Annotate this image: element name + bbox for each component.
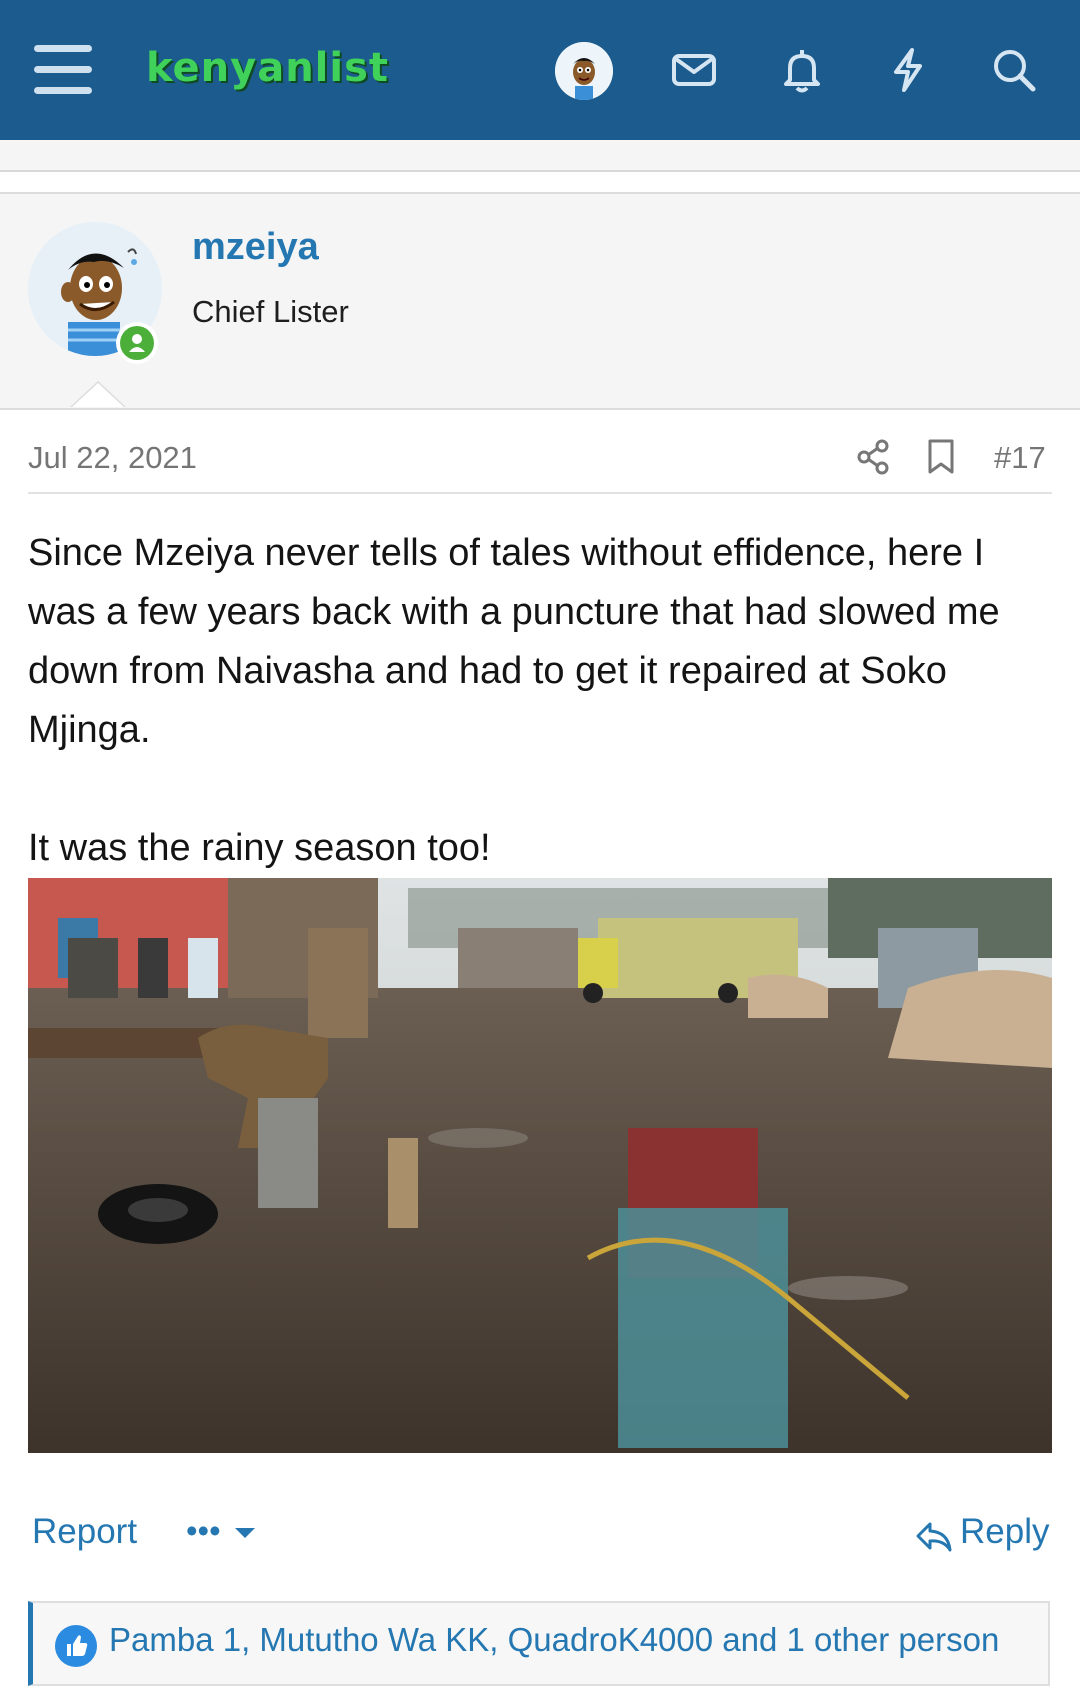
online-status-badge bbox=[116, 322, 158, 364]
lightning-icon[interactable] bbox=[882, 44, 934, 96]
user-icon bbox=[129, 334, 145, 352]
like-icon bbox=[55, 1625, 97, 1667]
more-actions-button[interactable]: ••• bbox=[186, 1512, 256, 1550]
bookmark-icon[interactable] bbox=[926, 438, 956, 476]
post-image[interactable] bbox=[28, 878, 1052, 1453]
menu-icon[interactable] bbox=[34, 45, 92, 95]
bell-icon[interactable] bbox=[776, 44, 828, 96]
post-username[interactable]: mzeiya bbox=[192, 226, 319, 269]
envelope-icon[interactable] bbox=[668, 44, 720, 96]
share-icon[interactable] bbox=[856, 438, 890, 476]
post-user-block bbox=[0, 192, 1080, 410]
site-logo[interactable]: kenyanlist bbox=[146, 45, 389, 91]
post-paragraph: It was the rainy season too! bbox=[28, 827, 491, 869]
search-icon[interactable] bbox=[988, 44, 1040, 96]
report-link[interactable]: Report bbox=[32, 1512, 137, 1552]
reply-icon bbox=[916, 1522, 952, 1552]
reactions-bar[interactable]: Pamba 1, Mututho Wa KK, QuadroK4000 and … bbox=[28, 1601, 1050, 1686]
post-body: Since Mzeiya never tells of tales withou… bbox=[28, 524, 1058, 878]
page-strip bbox=[0, 140, 1080, 172]
more-label: ••• bbox=[186, 1512, 221, 1549]
reactions-list[interactable]: Pamba 1, Mututho Wa KK, QuadroK4000 and … bbox=[109, 1621, 999, 1659]
user-title: Chief Lister bbox=[192, 294, 349, 329]
top-navigation-bar: kenyanlist bbox=[0, 0, 1080, 140]
reply-label: Reply bbox=[960, 1512, 1050, 1551]
reply-button[interactable]: Reply bbox=[912, 1510, 1052, 1558]
user-avatar[interactable] bbox=[555, 42, 613, 100]
caret-down-icon bbox=[234, 1528, 255, 1539]
user-block-pointer bbox=[72, 383, 124, 407]
post-date[interactable]: Jul 22, 2021 bbox=[28, 440, 197, 476]
post-paragraph: Since Mzeiya never tells of tales withou… bbox=[28, 532, 1000, 751]
post-number[interactable]: #17 bbox=[994, 440, 1046, 476]
divider bbox=[28, 492, 1052, 494]
